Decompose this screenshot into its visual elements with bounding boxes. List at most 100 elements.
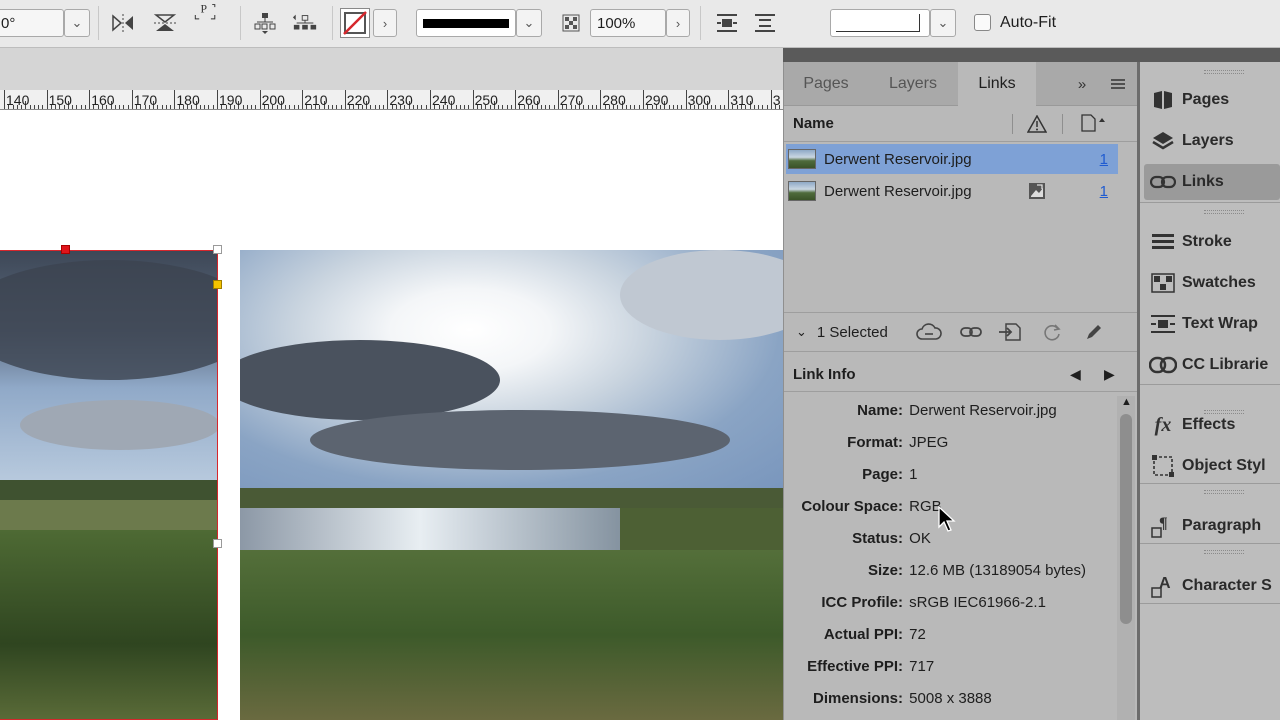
ruler-label: 230 (389, 92, 413, 108)
link-info-header: Link Info ◀ ▶ (784, 360, 1138, 392)
tab-links[interactable]: Links (958, 62, 1036, 106)
rotation-angle-field[interactable]: 0° (0, 9, 64, 37)
opacity-field[interactable]: 100% (590, 9, 666, 37)
info-value: 717 (909, 657, 935, 675)
wrap-around-object-icon[interactable] (714, 12, 740, 34)
dock-item-stroke[interactable]: Stroke (1144, 224, 1280, 260)
relink-icon[interactable] (960, 324, 982, 343)
opacity-icon (558, 12, 584, 34)
status-column-icon[interactable] (1026, 114, 1048, 136)
link-info-title: Link Info (793, 366, 856, 383)
collapse-info-icon[interactable]: ⌄ (796, 324, 807, 340)
ruler-minor-tick (374, 105, 376, 109)
ruler-minor-tick (170, 105, 172, 109)
rotate-reference-icon[interactable]: P (194, 2, 220, 24)
dock-item-paragraph-styles[interactable]: ¶ Paragraph (1144, 508, 1280, 544)
flip-vertical-icon[interactable] (152, 12, 178, 34)
cc-libraries-icon (1144, 355, 1182, 375)
frame-style-dropdown[interactable]: ⌄ (930, 9, 956, 37)
go-to-link-icon[interactable] (998, 322, 1022, 345)
update-link-icon[interactable] (1042, 322, 1062, 345)
corner-options-handle[interactable] (213, 280, 222, 289)
dock-grip[interactable] (1204, 70, 1244, 74)
ruler-minor-tick (33, 105, 35, 109)
dock-item-swatches[interactable]: Swatches (1144, 265, 1280, 301)
info-row: Size: 12.6 MB (13189054 bytes) (784, 554, 1118, 586)
link-row[interactable]: Derwent Reservoir.jpg 1 (786, 176, 1118, 206)
fill-arrow-button[interactable]: › (373, 9, 397, 37)
dock-item-character-styles[interactable]: A Character S (1144, 568, 1280, 604)
fill-none-swatch[interactable] (340, 8, 370, 38)
info-row: Actual PPI: 72 (784, 618, 1118, 650)
stroke-type-dropdown[interactable]: ⌄ (516, 9, 542, 37)
ruler-minor-tick (502, 105, 504, 109)
opacity-arrow-button[interactable]: › (666, 9, 690, 37)
ruler-tick (600, 90, 602, 109)
ruler-minor-tick (297, 105, 299, 109)
dock-item-cc-libraries[interactable]: CC Librarie (1144, 347, 1280, 383)
dock-item-layers[interactable]: Layers (1144, 123, 1280, 159)
flip-horizontal-icon[interactable] (110, 12, 136, 34)
link-page-number[interactable]: 1 (1100, 151, 1108, 168)
edit-original-icon[interactable] (1084, 322, 1104, 345)
panel-menu-icon[interactable] (1106, 62, 1130, 106)
collapse-panel-icon[interactable]: » (1070, 62, 1094, 106)
chevron-right-icon: › (675, 15, 681, 31)
ruler-minor-tick (634, 105, 636, 109)
middle-right-handle[interactable] (213, 539, 222, 548)
links-panel: Pages Layers Links » Name Derwent Reserv… (783, 62, 1138, 720)
info-row: Name: Derwent Reservoir.jpg (784, 394, 1118, 426)
scrollbar[interactable]: ▲ (1117, 396, 1135, 720)
rotation-dropdown-button[interactable]: ⌄ (64, 9, 90, 37)
dock-grip[interactable] (1204, 550, 1244, 554)
info-label: Page: (862, 465, 903, 483)
tab-pages[interactable]: Pages (784, 62, 868, 106)
panel-dock: Pages Layers Links Stroke Swatches Text Wrap C… (1140, 62, 1280, 720)
horizontal-ruler[interactable]: 140 150 160 170 180 190 200 210 220 230 240 250 260 2… (0, 90, 783, 110)
link-page-number[interactable]: 1 (1100, 183, 1108, 200)
document-canvas[interactable]: 140 150 160 170 180 190 200 210 220 230 240 250 260 2… (0, 48, 783, 720)
ruler-minor-tick (119, 105, 121, 109)
top-right-handle[interactable] (213, 245, 222, 254)
ruler-tick (430, 90, 431, 109)
ruler-label: 190 (219, 92, 243, 108)
scroll-up-icon[interactable]: ▲ (1121, 396, 1132, 408)
dock-grip[interactable] (1204, 210, 1244, 214)
info-row: Page: 1 (784, 458, 1118, 490)
tab-layers[interactable]: Layers (868, 62, 958, 106)
dock-grip[interactable] (1204, 490, 1244, 494)
jump-object-icon[interactable] (752, 12, 778, 34)
image-frame-right[interactable] (240, 250, 783, 720)
selection-frame (0, 250, 218, 720)
previous-link-icon[interactable]: ◀ (1070, 366, 1081, 383)
next-link-icon[interactable]: ▶ (1104, 366, 1115, 383)
ruler-minor-tick (630, 105, 632, 109)
link-thumbnail (788, 181, 816, 201)
page-column-icon[interactable] (1080, 114, 1106, 135)
ruler-minor-tick (289, 105, 291, 109)
link-row[interactable]: Derwent Reservoir.jpg 1 (786, 144, 1118, 174)
top-center-handle[interactable] (61, 245, 70, 254)
name-column-label[interactable]: Name (793, 115, 834, 132)
cloud-link-icon[interactable] (916, 323, 942, 344)
ruler-minor-tick (758, 105, 760, 109)
select-content-icon[interactable] (292, 12, 318, 34)
dock-item-label: Swatches (1182, 274, 1256, 291)
ruler-tick (685, 90, 687, 109)
select-container-icon[interactable] (252, 12, 278, 34)
dock-item-text-wrap[interactable]: Text Wrap (1144, 306, 1280, 342)
dock-item-effects[interactable]: fx Effects (1144, 407, 1280, 443)
dock-item-object-styles[interactable]: Object Styl (1144, 448, 1280, 484)
stroke-type-field[interactable] (416, 9, 516, 37)
ruler-minor-tick (498, 105, 500, 109)
ruler-minor-tick (672, 105, 674, 109)
dock-item-label: Links (1182, 173, 1224, 190)
ruler-tick (515, 90, 517, 109)
ruler-minor-tick (506, 105, 508, 109)
scroll-thumb[interactable] (1120, 414, 1132, 624)
auto-fit-checkbox[interactable] (974, 14, 991, 31)
svg-text:P: P (201, 2, 208, 15)
dock-item-pages[interactable]: Pages (1144, 82, 1280, 118)
dock-item-links[interactable]: Links (1144, 164, 1280, 200)
frame-style-field[interactable] (830, 9, 930, 37)
